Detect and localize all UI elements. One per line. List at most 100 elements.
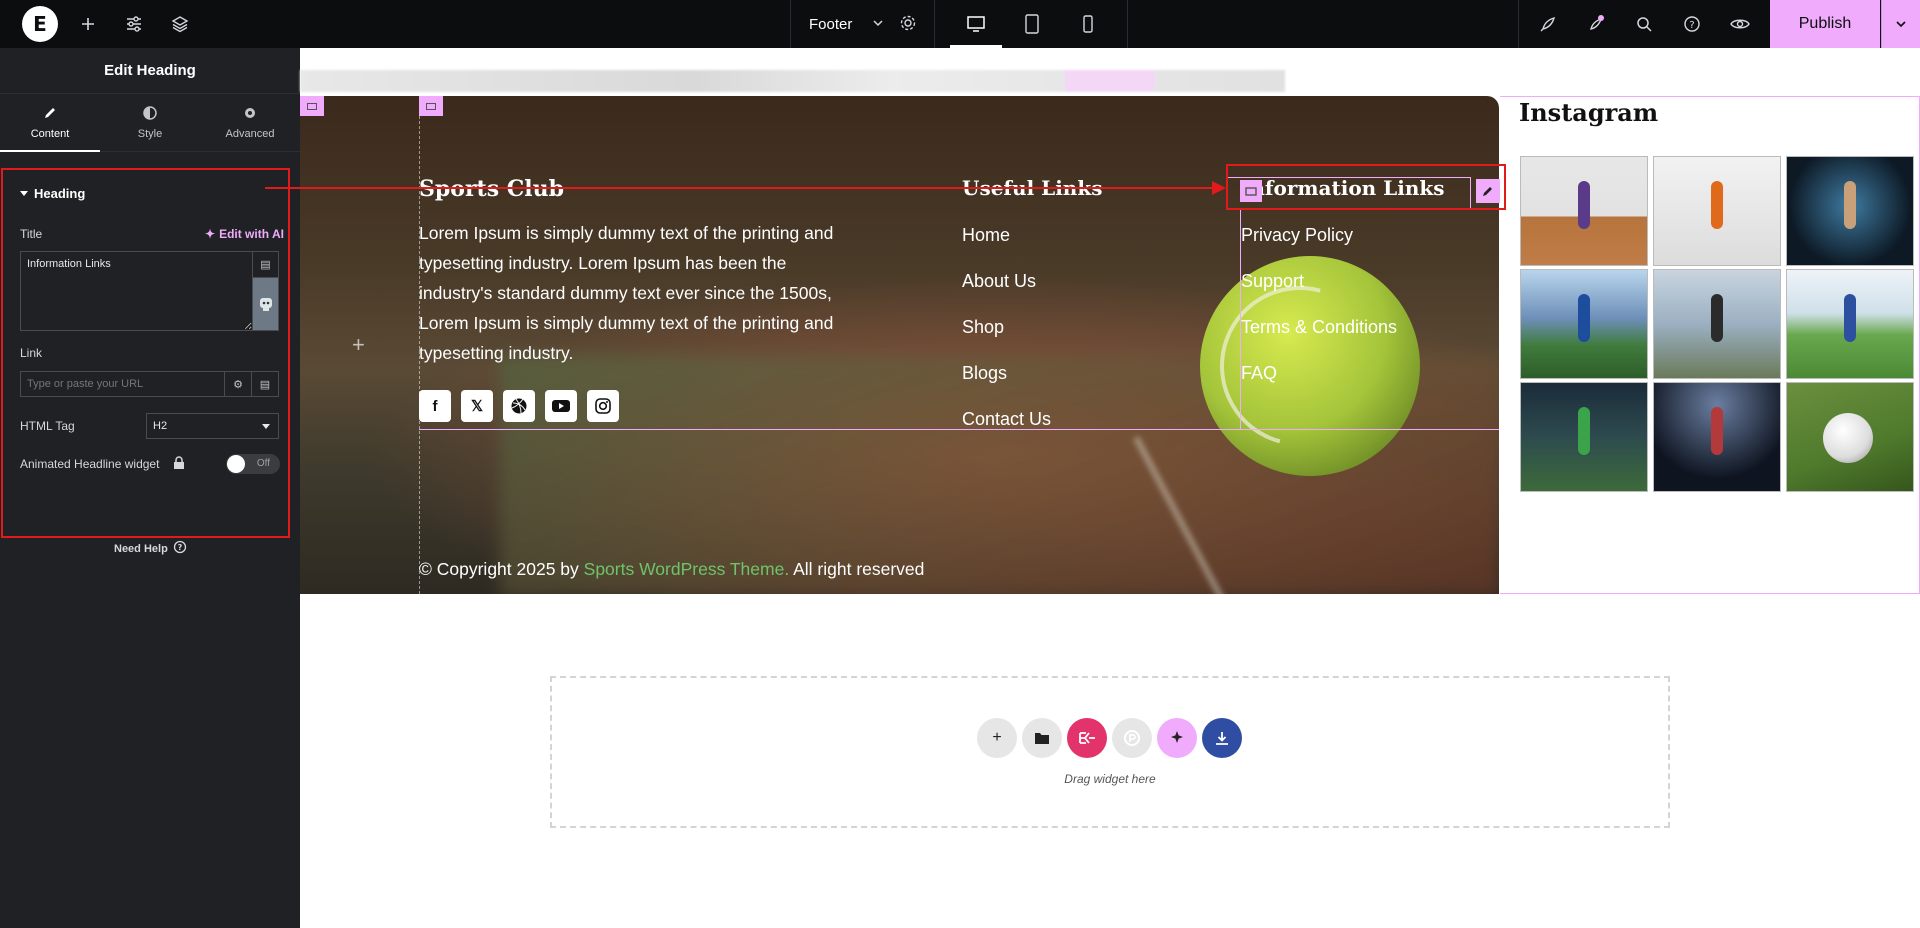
add-section-plus-icon[interactable]: +	[977, 718, 1017, 758]
footer-link[interactable]: Support	[1241, 271, 1304, 292]
ai-sparkle-icon[interactable]	[1157, 718, 1197, 758]
row-guide	[419, 429, 1499, 430]
lock-icon	[173, 456, 185, 475]
container-handle[interactable]	[419, 96, 443, 116]
document-selector[interactable]: Footer	[790, 0, 935, 48]
disabled-p-icon[interactable]	[1112, 718, 1152, 758]
mobile-icon[interactable]	[1060, 0, 1116, 48]
elementor-logo-icon[interactable]: E	[22, 6, 58, 42]
divider	[1518, 0, 1519, 48]
pencil-icon	[43, 106, 57, 123]
footer-link[interactable]: Home	[962, 225, 1010, 246]
copyright-link[interactable]: Sports WordPress Theme.	[584, 559, 790, 579]
add-icon[interactable]	[76, 12, 100, 36]
settings-sliders-icon[interactable]	[122, 12, 146, 36]
top-bar: E Footer ? Publish	[0, 0, 1920, 48]
footer-link[interactable]: Privacy Policy	[1241, 225, 1353, 246]
need-help-link[interactable]: Need Help ?	[114, 540, 187, 557]
link-dynamic-tags-icon[interactable]: ▤	[252, 371, 279, 397]
editor-panel: Edit Heading Content Style Advanced Head…	[0, 48, 300, 928]
footer-link[interactable]: Shop	[962, 317, 1004, 338]
soccer-ball	[1823, 413, 1873, 463]
preview-eye-icon[interactable]	[1728, 12, 1752, 36]
instagram-heading[interactable]: Instagram	[1519, 98, 1658, 127]
title-textarea[interactable]: Information Links	[20, 251, 253, 331]
gallery-image-basketball[interactable]	[1653, 156, 1781, 266]
highlight-box	[1, 168, 290, 538]
ai-assistant-icon[interactable]	[253, 278, 278, 330]
gear-icon[interactable]	[899, 14, 917, 37]
publish-options-chevron-icon[interactable]	[1881, 0, 1920, 48]
footer-link[interactable]: Blogs	[962, 363, 1007, 384]
gear-icon	[243, 106, 257, 123]
link-options-gear-icon[interactable]: ⚙	[225, 371, 252, 397]
title-side-tools: ▤	[253, 251, 279, 331]
add-element-icon[interactable]: +	[352, 332, 365, 358]
gallery-image-basketball-dunk[interactable]	[1653, 382, 1781, 492]
layers-icon[interactable]	[168, 12, 192, 36]
gallery-image-american-football[interactable]	[1520, 382, 1648, 492]
help-icon: ?	[173, 540, 187, 557]
link-label: Link	[20, 346, 43, 360]
edit-with-ai-label: Edit with AI	[219, 227, 284, 241]
copyright-prefix: © Copyright 2025 by	[419, 559, 584, 579]
download-icon[interactable]	[1202, 718, 1242, 758]
facebook-icon[interactable]: f	[419, 390, 451, 422]
gallery-image-cycling[interactable]	[1653, 269, 1781, 379]
edit-with-ai-button[interactable]: ✦ Edit with AI	[205, 227, 284, 241]
gallery-image-football-kick[interactable]	[1520, 269, 1648, 379]
blurred-accent	[1065, 70, 1155, 92]
add-section-dropzone[interactable]	[550, 676, 1670, 828]
section-heading-toggle[interactable]: Heading	[20, 186, 85, 201]
tab-label: Style	[137, 127, 163, 140]
panel-title: Edit Heading	[0, 48, 300, 94]
document-name[interactable]: Footer	[809, 16, 852, 33]
footer-description[interactable]: Lorem Ipsum is simply dummy text of the …	[419, 218, 859, 368]
help-icon[interactable]: ?	[1680, 12, 1704, 36]
desktop-icon[interactable]	[948, 0, 1004, 48]
publish-button[interactable]: Publish	[1770, 0, 1880, 48]
footer-link[interactable]: About Us	[962, 271, 1036, 292]
arrow-head-icon	[1212, 181, 1226, 195]
blurred-section	[300, 70, 1285, 92]
link-url-input[interactable]	[20, 371, 225, 397]
footer-link[interactable]: FAQ	[1241, 363, 1277, 384]
gallery-image-boxing[interactable]	[1786, 156, 1914, 266]
search-icon[interactable]	[1632, 12, 1656, 36]
template-folder-icon[interactable]	[1022, 718, 1062, 758]
contrast-icon	[143, 105, 157, 123]
caret-down-icon	[20, 191, 28, 196]
container-handle[interactable]	[300, 96, 324, 116]
elementskit-icon[interactable]	[1067, 718, 1107, 758]
html-tag-select[interactable]: H2	[146, 413, 279, 439]
youtube-icon[interactable]	[545, 390, 577, 422]
tablet-icon[interactable]	[1004, 0, 1060, 48]
footer-brand-heading[interactable]: Sports Club	[419, 176, 564, 202]
dribbble-icon[interactable]	[503, 390, 535, 422]
footer-link[interactable]: Contact Us	[962, 409, 1051, 430]
gallery-image-football-kneel[interactable]	[1786, 269, 1914, 379]
gallery-image-tennis[interactable]	[1520, 156, 1648, 266]
chevron-down-icon[interactable]	[871, 16, 885, 35]
tab-label: Advanced	[225, 127, 275, 140]
animated-headline-toggle[interactable]: Off	[226, 454, 280, 474]
tennis-ball-image	[1190, 256, 1420, 476]
x-icon[interactable]: 𝕏	[461, 390, 493, 422]
toggle-state: Off	[256, 458, 270, 469]
rocket-icon[interactable]	[1536, 12, 1560, 36]
need-help-label: Need Help	[114, 542, 168, 555]
tab-style[interactable]: Style	[100, 94, 200, 151]
footer-link[interactable]: Terms & Conditions	[1241, 317, 1397, 338]
gallery-image-soccer-ball[interactable]	[1786, 382, 1914, 492]
notifications-icon[interactable]	[1584, 12, 1608, 36]
dynamic-tags-icon[interactable]: ▤	[253, 252, 278, 278]
section-title: Heading	[34, 186, 86, 201]
device-switcher	[936, 0, 1128, 48]
tab-advanced[interactable]: Advanced	[200, 94, 300, 151]
drag-widget-hint: Drag widget here	[1064, 772, 1156, 786]
instagram-icon[interactable]	[587, 390, 619, 422]
html-tag-value: H2	[153, 420, 168, 432]
tab-content[interactable]: Content	[0, 94, 100, 152]
tab-label: Content	[30, 127, 70, 140]
html-tag-label: HTML Tag	[20, 419, 75, 433]
